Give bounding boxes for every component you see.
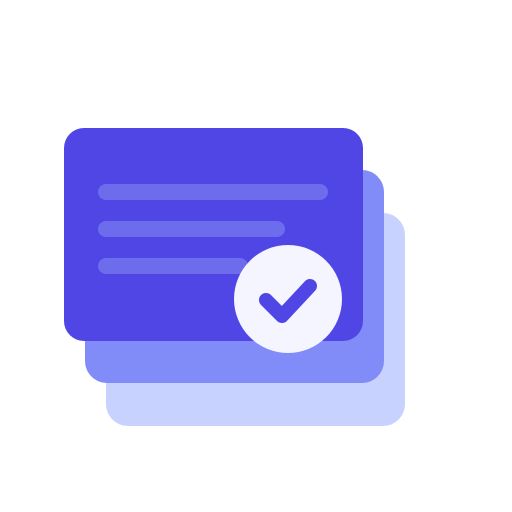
checkmark-badge	[234, 245, 342, 353]
text-line-icon	[98, 184, 328, 200]
icon-canvas	[0, 0, 512, 512]
text-line-icon	[98, 221, 285, 237]
checkmark-icon	[259, 279, 317, 323]
text-line-icon	[98, 258, 248, 274]
